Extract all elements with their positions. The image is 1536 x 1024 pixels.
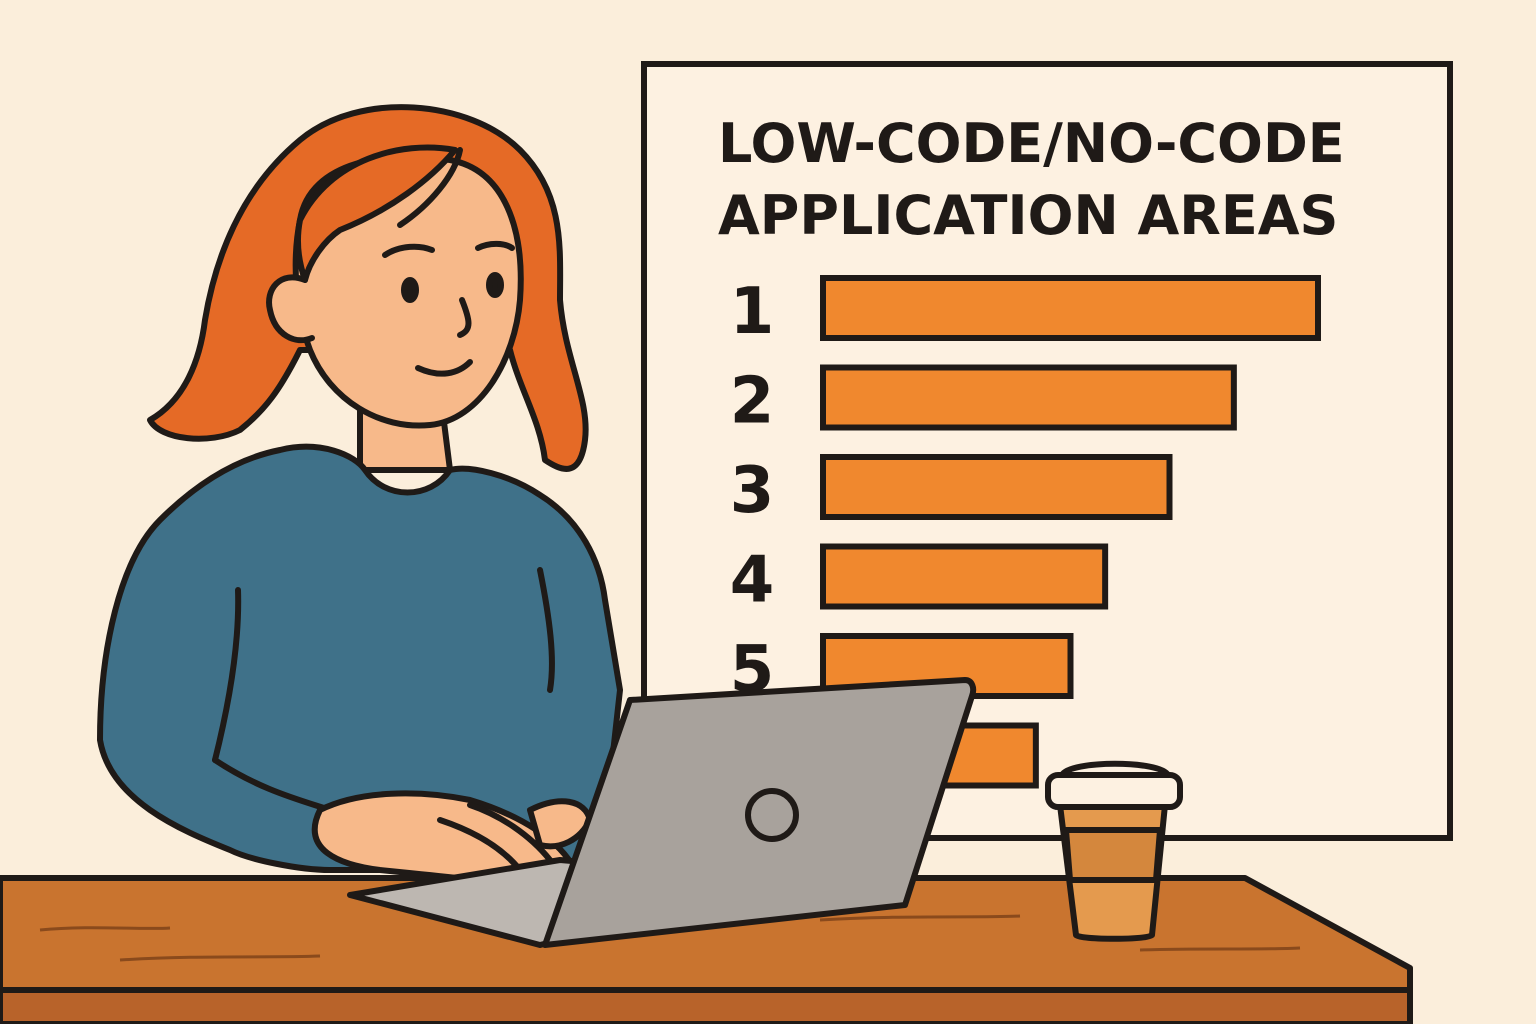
chart-bar-2 (820, 364, 1237, 431)
chart-category-label-3: 3 (730, 454, 775, 528)
desk-grain-4 (1139, 946, 1301, 952)
cup-lid-top (1059, 760, 1171, 778)
cup-sleeve (1063, 827, 1163, 883)
chart-title-line-2: APPLICATION AREAS (718, 184, 1338, 247)
illustration: LOW-CODE/NO-CODE APPLICATION AREAS 12345 (0, 0, 1536, 1024)
right-eye (486, 272, 504, 298)
chart-category-label-1: 1 (730, 275, 775, 349)
chart-category-label-4: 4 (730, 544, 775, 618)
chart-category-label-2: 2 (730, 365, 775, 439)
desk-edge (0, 987, 1413, 1024)
left-eye (401, 277, 419, 303)
chart-bar-1 (820, 275, 1321, 341)
cup-lid (1045, 772, 1183, 810)
chart-category-labels: 12345 (730, 275, 775, 707)
chart-bar-3 (820, 454, 1173, 520)
chart-title-line-1: LOW-CODE/NO-CODE (718, 112, 1345, 175)
chart-bar-4 (820, 543, 1109, 610)
